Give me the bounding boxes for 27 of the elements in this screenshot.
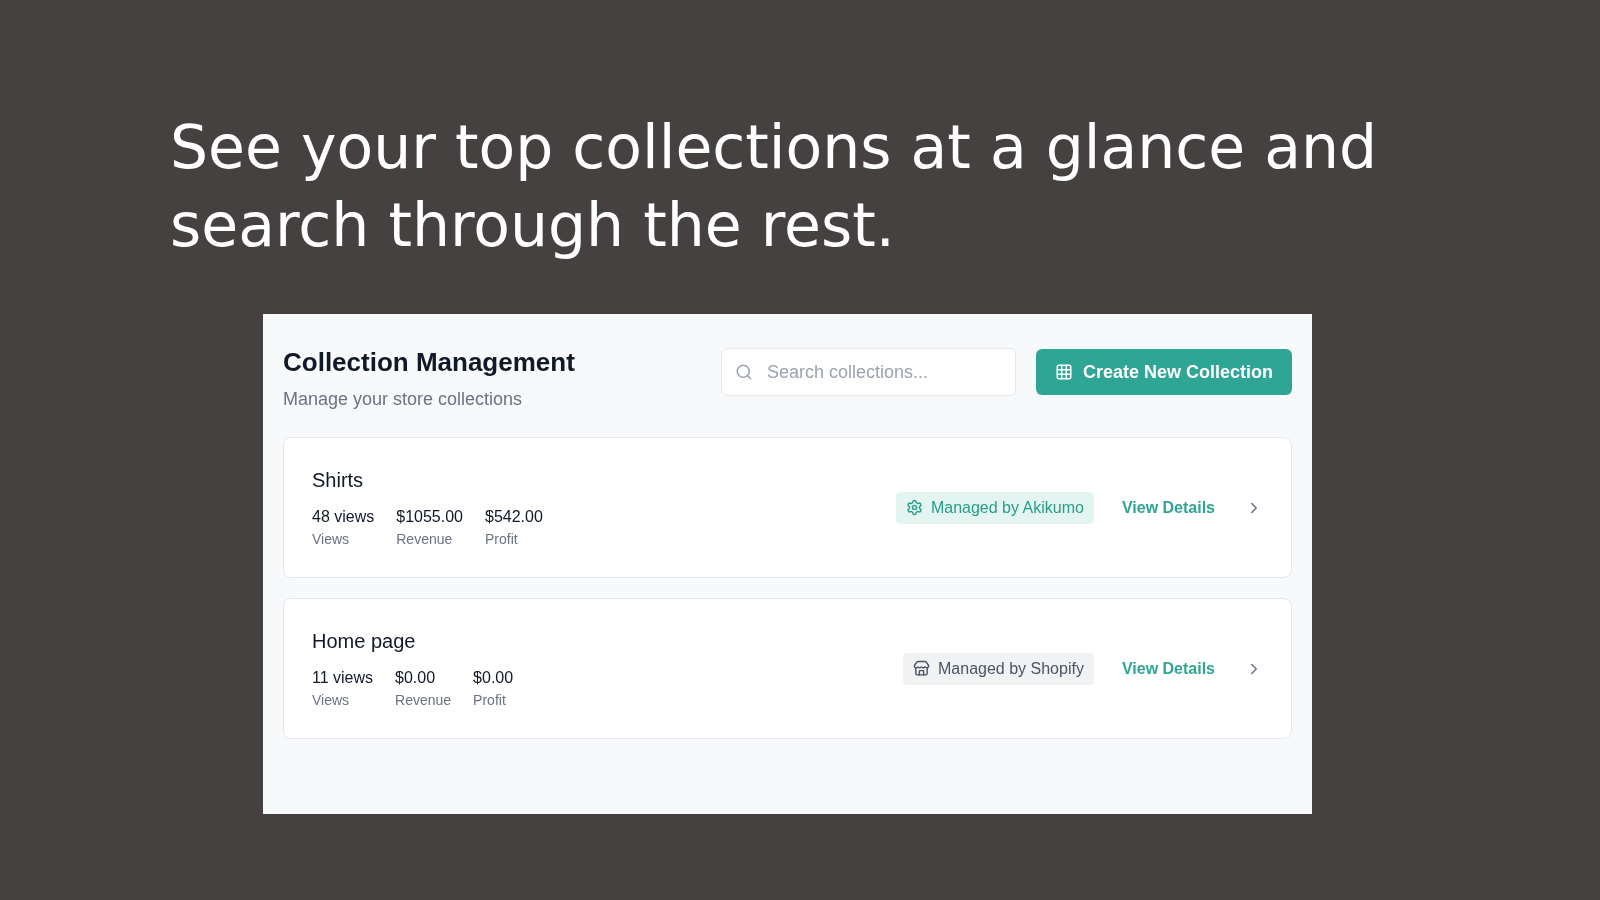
stat-value: $0.00 bbox=[473, 668, 514, 688]
collection-name: Home page bbox=[312, 629, 417, 654]
stat-label: Revenue bbox=[396, 530, 454, 549]
managed-badge: Managed by Akikumo bbox=[895, 491, 1094, 524]
page-subtitle: Manage your store collections bbox=[283, 388, 524, 411]
stat-label: Profit bbox=[473, 691, 507, 710]
stat-value: 48 views bbox=[312, 507, 375, 527]
page-title: Collection Management bbox=[283, 346, 575, 378]
managed-badge: Managed by Shopify bbox=[903, 652, 1094, 685]
grid-icon bbox=[1054, 363, 1073, 381]
headline: See your top collections at a glance and search through the rest. bbox=[170, 111, 1379, 262]
view-details-link[interactable]: View Details bbox=[1121, 656, 1215, 681]
stat-label: Revenue bbox=[395, 691, 452, 710]
collection-name: Shirts bbox=[312, 468, 365, 493]
stat-label: Views bbox=[312, 691, 351, 710]
view-details-link[interactable]: View Details bbox=[1121, 495, 1215, 520]
stat-label: Views bbox=[312, 530, 351, 549]
search-field[interactable]: Search collections... bbox=[720, 348, 1016, 396]
stat-value: 11 views bbox=[312, 668, 374, 688]
create-collection-button[interactable]: Create New Collection bbox=[1035, 349, 1292, 395]
gear-icon bbox=[905, 499, 923, 516]
stat-value: $1055.00 bbox=[396, 507, 463, 527]
stat-value: $542.00 bbox=[485, 507, 543, 527]
search-icon bbox=[734, 363, 753, 381]
store-icon bbox=[913, 660, 931, 677]
stat-value: $0.00 bbox=[395, 668, 437, 688]
stat-label: Profit bbox=[485, 530, 519, 549]
